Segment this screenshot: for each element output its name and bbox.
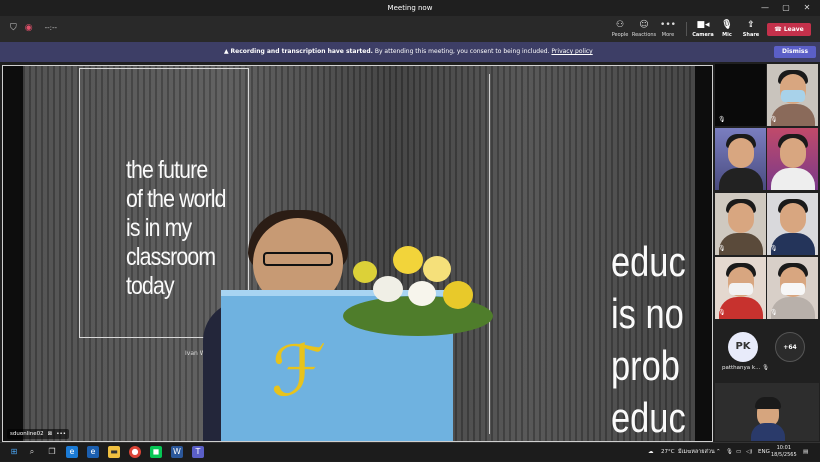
ie-icon[interactable]: e [87,446,99,458]
taskbar: ⊞ ⌕ ❐ e e ▬ ● ◼ W T ☁ 27°C มีเมฆหลายส่วน… [0,442,820,461]
wall-quote-right: educ is no prob educ [611,238,686,441]
volume-icon[interactable]: ◁) [746,443,752,462]
mic-off-icon: 🎙︎ [770,245,778,252]
warning-icon: ▲ [224,48,229,55]
speaker-name: sduonline02 [10,431,44,437]
meeting-status: ⛉ ◉ --:-- [10,23,57,33]
flower-white [373,276,403,302]
participant-face [728,138,754,168]
camera-label: Camera [692,32,714,38]
participant-face [728,203,754,233]
pin-icon: ⊠ [47,431,53,437]
tray-overflow-icon[interactable]: ⌃ [716,443,721,462]
podium-emblem: ℱ [271,330,327,412]
mic-off-icon: 🎙︎ [718,116,726,123]
window-title: Meeting now [387,4,433,12]
participant-tile[interactable]: 🎙︎ [767,193,818,255]
more-options-icon[interactable]: ••• [56,429,66,439]
edge-icon[interactable]: e [66,446,78,458]
privacy-policy-link[interactable]: Privacy policy [551,48,592,55]
leave-label: Leave [783,26,804,33]
participant-tile[interactable]: 🎙︎ [715,257,766,319]
speaker-name-badge: sduonline02 ⊠ ••• [7,429,69,439]
weather-desc[interactable]: มีเมฆหลายส่วน [678,443,715,462]
notification-icon[interactable]: ▤ [803,443,808,462]
face-mask [781,283,805,295]
self-view-tile[interactable] [715,383,819,441]
phone-hangup-icon: ☎ [774,26,782,33]
recording-banner: ▲ Recording and transcription have start… [0,42,820,62]
recording-icon: ◉ [24,23,33,33]
participant-tile[interactable] [715,128,766,190]
mic-off-icon: 🎙︎ [762,365,770,371]
participant-tile[interactable]: 🎙︎ [715,193,766,255]
banner-text: By attending this meeting, you consent t… [374,48,550,55]
share-icon: ⇪ [747,20,755,30]
participant-face [780,203,806,233]
participant-tile[interactable]: 🎙︎ [715,64,766,126]
language-indicator[interactable]: ENG [758,443,770,462]
self-torso [751,423,785,441]
more-button[interactable]: ••• More [653,19,683,41]
participant-tile[interactable] [767,128,818,190]
mic-label: Mic [722,32,732,38]
flower-yellow [443,281,473,309]
participant-tile[interactable]: 🎙︎ [767,64,818,126]
mic-off-icon: 🎙︎ [770,309,778,316]
toolbar-divider [686,22,687,36]
minimize-button[interactable]: — [755,0,775,16]
taskbar-clock[interactable]: 10:01 18/5/2565 [771,445,797,459]
participant-avatar[interactable]: PK [728,332,758,362]
banner-bold-text: Recording and transcription have started… [230,48,373,55]
file-explorer-icon[interactable]: ▬ [108,446,120,458]
participant-avatar-name: patthanya k... 🎙︎ [722,365,769,371]
participant-tile[interactable]: 🎙︎ [767,257,818,319]
self-hair [755,397,781,409]
flower-yellow [423,256,451,282]
face-mask [781,90,805,102]
share-button[interactable]: ⇪ Share [736,19,766,41]
mic-off-icon: 🎙︎ [718,245,726,252]
teams-icon[interactable]: T [192,446,204,458]
task-view-icon[interactable]: ❐ [46,446,58,458]
mic-tray-icon[interactable]: 🎙︎ [726,443,733,462]
participant-torso [719,168,763,190]
speaker-video: the future of the world is in my classro… [23,66,695,441]
weather-temp[interactable]: 27°C [661,443,675,462]
banner-message: ▲ Recording and transcription have start… [224,42,593,62]
main-video-stage[interactable]: the future of the world is in my classro… [2,65,713,442]
weather-icon: ☁ [648,449,654,455]
avatar-name-text: patthanya k... [722,365,761,371]
network-icon[interactable]: ▭ [736,443,741,462]
maximize-button[interactable]: ▢ [776,0,796,16]
line-app-icon[interactable]: ◼ [150,446,162,458]
participant-torso [771,168,815,190]
search-icon[interactable]: ⌕ [26,446,38,458]
overflow-participants-button[interactable]: +64 [775,332,805,362]
leave-button[interactable]: ☎ Leave [767,23,811,36]
flower-arrangement [323,236,493,346]
clock-date: 18/5/2565 [771,452,797,458]
share-label: Share [742,32,760,38]
participant-face [780,138,806,168]
clock-time: 10:01 [776,445,792,451]
dismiss-button[interactable]: Dismiss [774,46,816,58]
close-window-button[interactable]: ✕ [797,0,817,16]
face-mask [729,283,753,295]
shield-icon: ⛉ [10,23,17,33]
mic-off-icon: 🎙︎ [770,116,778,123]
flower-white [408,281,436,306]
mic-off-icon: 🎙︎ [718,309,726,316]
more-label: More [661,32,675,38]
more-icon: ••• [660,20,676,30]
people-label: People [611,32,629,38]
windows-start-icon[interactable]: ⊞ [8,446,20,458]
word-icon[interactable]: W [171,446,183,458]
meeting-timer: --:-- [44,24,58,32]
chrome-icon[interactable]: ● [129,446,141,458]
flower-yellow [353,261,377,283]
meeting-toolbar: ⛉ ◉ --:-- ⚇ People ☺ Reactions ••• More … [0,16,820,42]
window-title-bar: Meeting now [0,0,820,16]
flower-yellow [393,246,423,274]
